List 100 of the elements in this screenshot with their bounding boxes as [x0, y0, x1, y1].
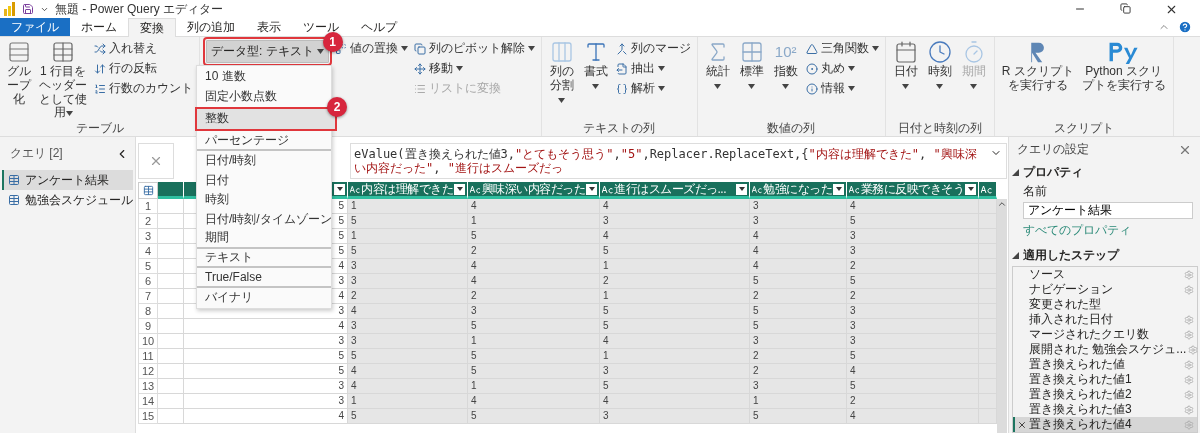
table-cell: 3 [600, 409, 750, 424]
step-item[interactable]: マージされたクエリ数 [1013, 327, 1197, 342]
ribbon-button[interactable]: 標準 [737, 40, 766, 93]
table-cell: 2 [348, 289, 468, 304]
caret-icon [967, 187, 974, 191]
step-item[interactable]: 置き換えられた値1 [1013, 372, 1197, 387]
ribbon-button[interactable]: 情報 [805, 80, 879, 97]
filter-button[interactable] [586, 183, 597, 195]
expand-arrow-icon[interactable] [1012, 169, 1019, 176]
ribbon-button[interactable]: 書式 [581, 40, 610, 93]
filter-button[interactable] [736, 183, 747, 195]
table-cell: 4 [468, 394, 600, 409]
step-item[interactable]: 置き換えられた値3 [1013, 402, 1197, 417]
table-cell: 1 [750, 394, 847, 409]
ribbon-button[interactable]: グループ化 [6, 40, 32, 107]
filter-button[interactable] [965, 183, 976, 195]
ribbon-button[interactable]: 抽出 [615, 60, 691, 77]
menu-item[interactable]: 10 進数 [197, 67, 331, 87]
data-type-button[interactable]: データ型: テキスト [206, 40, 329, 63]
name-field[interactable]: アンケート結果 [1023, 202, 1193, 219]
ribbon-tab[interactable]: ホーム [70, 18, 128, 36]
filter-button[interactable] [454, 183, 465, 195]
ribbon-button[interactable]: R スクリプトを実行する [1000, 40, 1075, 93]
table-cell: 3 [847, 229, 979, 244]
ribbon-button[interactable]: 1 行目をヘッダーとして使用 [38, 40, 88, 121]
ribbon-button[interactable]: 行数のカウント [94, 80, 193, 97]
table-cell: 2 [600, 274, 750, 289]
ribbon-tab[interactable]: ファイル [0, 18, 70, 36]
step-item[interactable]: 挿入された日付 [1013, 312, 1197, 327]
all-properties-link[interactable]: すべてのプロパティ [1023, 222, 1131, 239]
column-header[interactable]: 進行はスムーズだっ... [600, 182, 750, 199]
list-icon [413, 82, 426, 95]
table-cell: 3 [750, 379, 847, 394]
table-menu-button[interactable] [138, 182, 158, 199]
filter-button[interactable] [833, 183, 844, 195]
caret-icon [738, 187, 745, 191]
text-type-icon [602, 184, 613, 194]
ribbon-button[interactable]: 行の反転 [94, 60, 193, 77]
scrollbar[interactable] [997, 199, 1007, 433]
table-cell: 2 [750, 364, 847, 379]
help-icon[interactable] [1178, 20, 1192, 34]
ribbon-button[interactable]: 時刻 [925, 40, 954, 93]
ribbon-button[interactable]: 列の分割 [547, 40, 576, 107]
ribbon-button[interactable]: 三角関数 [805, 40, 879, 57]
ribbon-button[interactable]: 入れ替え [94, 40, 193, 57]
step-item[interactable]: ナビゲーション [1013, 282, 1197, 297]
table-cell: 3 [847, 319, 979, 334]
ribbon-button[interactable]: 列のピボット解除 [413, 40, 535, 57]
ribbon-button[interactable]: Python スクリプトを実行する [1080, 40, 1167, 93]
step-item[interactable]: 変更された型 [1013, 297, 1197, 312]
menu-item[interactable]: 整数 [197, 109, 335, 129]
group-label: 数値の列 [767, 120, 816, 135]
caret-icon [316, 49, 324, 54]
ribbon-tab[interactable]: 表示 [246, 18, 292, 36]
ribbon-button[interactable]: 移動 [413, 60, 535, 77]
formula-field[interactable]: eValue(置き換えられた値3,"とてもそう思う","5",Replacer.ReplaceText,{"内容は理解できた", "興味深い内容だった", "進行はスムーズだっ [350, 143, 1007, 179]
filter-button[interactable] [334, 183, 345, 195]
menu-item[interactable]: 日付 [197, 170, 331, 190]
table-cell: 5 [184, 349, 348, 364]
ribbon-button[interactable]: 丸め [805, 60, 879, 77]
ribbon-button[interactable]: 列のマージ [615, 40, 691, 57]
ribbon-button[interactable]: 日付 [891, 40, 920, 93]
delete-icon[interactable] [1017, 419, 1027, 430]
column-header[interactable]: 勉強になった [750, 182, 847, 199]
save-icon[interactable] [22, 3, 34, 15]
table-cell: 5 [348, 214, 468, 229]
step-item[interactable]: ソース [1013, 267, 1197, 282]
table-cell: 4 [750, 259, 847, 274]
caret-icon [657, 66, 665, 71]
calendar-icon [893, 40, 918, 64]
app-logo-icon [4, 2, 16, 16]
step-item[interactable]: 置き換えられた値 [1013, 357, 1197, 372]
ribbon-button[interactable]: 10² 指数 [771, 40, 800, 93]
step-badge: 2 [327, 97, 347, 117]
ribbon-button[interactable]: 解析 [615, 80, 691, 97]
caret-icon [558, 97, 566, 103]
caret-icon [714, 83, 722, 89]
ribbon-tab[interactable]: 変換 [128, 18, 176, 37]
table-cell: 2 [468, 289, 600, 304]
restore-icon[interactable] [1120, 2, 1131, 16]
step-item[interactable]: 置き換えられた値2 [1013, 387, 1197, 402]
table-cell: 3 [750, 214, 847, 229]
table-cell: 5 [468, 229, 600, 244]
ribbon-tab[interactable]: ヘルプ [350, 18, 408, 36]
column-header[interactable]: 興味深い内容だった [468, 182, 600, 199]
expand-arrow-icon[interactable] [1012, 252, 1019, 259]
table-cell: 1 [600, 259, 750, 274]
column-header[interactable]: 業務に反映できそう [847, 182, 979, 199]
query-item[interactable]: アンケート結果 [2, 170, 133, 190]
ribbon-button[interactable]: 統計 [703, 40, 732, 93]
query-item[interactable]: 勉強会スケジュール [2, 190, 133, 210]
scroll-up-icon[interactable] [997, 199, 1007, 209]
menu-item[interactable]: バイナリ [197, 287, 331, 307]
step-item[interactable]: 展開された 勉強会スケジュ... [1013, 342, 1197, 357]
ribbon-tab[interactable]: 列の追加 [176, 18, 246, 36]
column-header[interactable]: 内容は理解できた [348, 182, 468, 199]
menu-item[interactable]: 日付/時刻 [197, 151, 331, 171]
table-cell: 4 [600, 199, 750, 214]
step-item[interactable]: 置き換えられた値4 [1013, 417, 1197, 432]
caret-icon [65, 111, 73, 117]
